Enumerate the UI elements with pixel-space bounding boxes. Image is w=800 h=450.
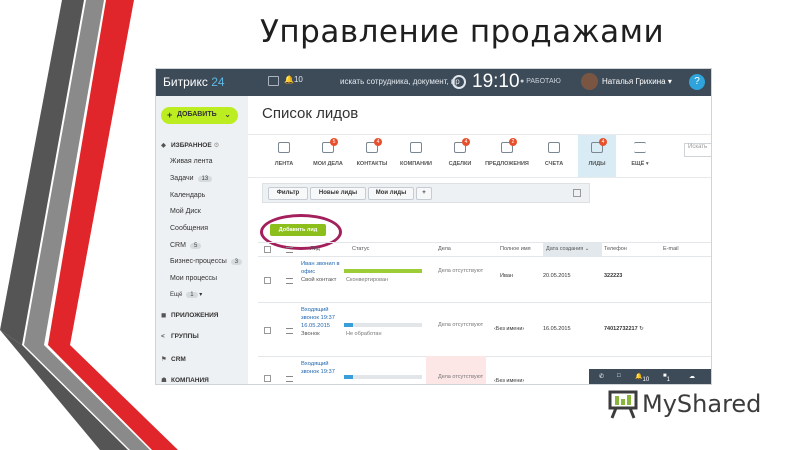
bell-icon[interactable]: 🔔10 — [635, 373, 649, 383]
full-name-cell: ‹Без имени› — [494, 378, 525, 384]
sidebar-item-my-processes[interactable]: Мои процессы — [170, 275, 217, 282]
leads-table: Лид Статус Дела Полное имя Дата создания… — [248, 69, 711, 384]
apps-icon: ◼ — [161, 312, 167, 319]
sidebar-item-tasks[interactable]: Задачи 13 — [170, 175, 213, 182]
row-checkbox[interactable] — [264, 327, 271, 334]
plus-icon: + — [167, 110, 173, 120]
col-created-date[interactable]: Дата создания ⌄ — [543, 243, 602, 256]
status-label: Не обработан — [346, 331, 382, 337]
full-name-cell: Иван — [500, 273, 513, 279]
col-lead[interactable]: Лид — [310, 246, 320, 252]
deals-cell: Дела отсутствуют — [438, 268, 484, 274]
cloud-icon[interactable]: ☁ — [689, 373, 695, 380]
sidebar-item-more[interactable]: Ещё 1 ▾ — [170, 291, 202, 298]
table-row[interactable]: Иван звонил в офис Свой контакт Сконверти… — [258, 256, 711, 303]
date-cell: 16.05.2015 — [543, 326, 571, 332]
sidebar-item-feed[interactable]: Живая лента — [170, 158, 213, 165]
bitrix-screenshot: Битрикс 24 🔔10 искать сотрудника, докуме… — [155, 68, 712, 385]
status-fill — [344, 323, 354, 327]
deals-cell: Дела отсутствуют — [438, 322, 484, 328]
col-full-name[interactable]: Полное имя — [500, 246, 531, 252]
status-fill — [344, 269, 422, 273]
add-button[interactable]: + ДОБАВИТЬ ⌄ — [161, 107, 238, 124]
presentation-icon — [608, 390, 638, 419]
call-icon: ↻ — [639, 326, 644, 332]
watermark-logo: MyShared — [606, 386, 766, 422]
select-all-checkbox[interactable] — [264, 246, 271, 253]
col-phone[interactable]: Телефон — [604, 246, 627, 252]
lead-link[interactable]: Входящий звонок 19:37 — [301, 360, 341, 376]
table-row[interactable]: Входящий звонок 19:37 16.05.2015 Звонок Н… — [258, 302, 711, 357]
phone-cell[interactable]: 74012732217 ↻ — [604, 326, 644, 332]
lead-link[interactable]: Входящий звонок 19:37 16.05.2015 Звонок — [301, 306, 341, 338]
messages-icon[interactable]: ■ 1 — [663, 373, 670, 383]
sidebar-section-crm[interactable]: ⚑ CRM — [161, 355, 186, 363]
sidebar-section-favorites[interactable]: ◆ ИЗБРАННОЕ ⚙ — [161, 141, 219, 149]
status-bar[interactable] — [344, 375, 422, 379]
sidebar-section-apps[interactable]: ◼ ПРИЛОЖЕНИЯ — [161, 311, 218, 319]
row-menu-icon[interactable] — [286, 328, 293, 334]
sidebar-section-company[interactable]: ☗ КОМПАНИЯ — [161, 376, 209, 384]
slide-title: Управление продажами — [260, 14, 665, 50]
phone-cell[interactable]: 322223 — [604, 273, 622, 279]
lead-link[interactable]: Иван звонил в офис Свой контакт — [301, 260, 341, 284]
table-header: Лид Статус Дела Полное имя Дата создания… — [258, 242, 711, 257]
status-bar[interactable] — [344, 269, 422, 273]
col-status[interactable]: Статус — [352, 246, 369, 252]
deals-cell: Дела отсутствуют — [438, 374, 484, 380]
status-bar[interactable] — [344, 323, 422, 327]
row-checkbox[interactable] — [264, 277, 271, 284]
row-checkbox[interactable] — [264, 375, 271, 382]
chat-icon[interactable]: □ — [617, 373, 621, 379]
logo: Битрикс 24 — [163, 75, 225, 89]
date-cell: 20.05.2015 — [543, 273, 571, 279]
row-menu-icon[interactable] — [286, 278, 293, 284]
share-icon: < — [161, 333, 165, 340]
row-menu-icon[interactable] — [286, 247, 293, 253]
watermark-text: MyShared — [642, 390, 762, 418]
chevron-down-icon: ⌄ — [224, 110, 231, 119]
status-label: Сконвертирован — [346, 277, 389, 283]
full-name-cell: ‹Без имени› — [494, 326, 525, 332]
sidebar: + ДОБАВИТЬ ⌄ ◆ ИЗБРАННОЕ ⚙ Живая лента За… — [156, 96, 248, 384]
sidebar-item-bp[interactable]: Бизнес-процессы 3 — [170, 258, 243, 265]
col-email[interactable]: E-mail — [663, 246, 679, 252]
sidebar-section-groups[interactable]: < ГРУППЫ — [161, 333, 199, 340]
sidebar-item-disk[interactable]: Мой Диск — [170, 208, 201, 215]
sidebar-item-calendar[interactable]: Календарь — [170, 192, 205, 199]
sidebar-item-crm[interactable]: CRM 5 — [170, 242, 202, 249]
phone-icon[interactable]: ✆ — [599, 373, 604, 380]
company-icon: ☗ — [161, 377, 167, 384]
deals-highlight — [426, 356, 486, 384]
row-menu-icon[interactable] — [286, 376, 293, 382]
flag-icon: ⚑ — [161, 356, 167, 363]
sidebar-item-messages[interactable]: Сообщения — [170, 225, 208, 232]
status-fill — [344, 375, 354, 379]
bottom-bar: ✆ □ 🔔 10 ■ 1 ☁ — [589, 369, 711, 384]
col-deals[interactable]: Дела — [438, 246, 451, 252]
pin-icon: ◆ — [161, 142, 166, 149]
